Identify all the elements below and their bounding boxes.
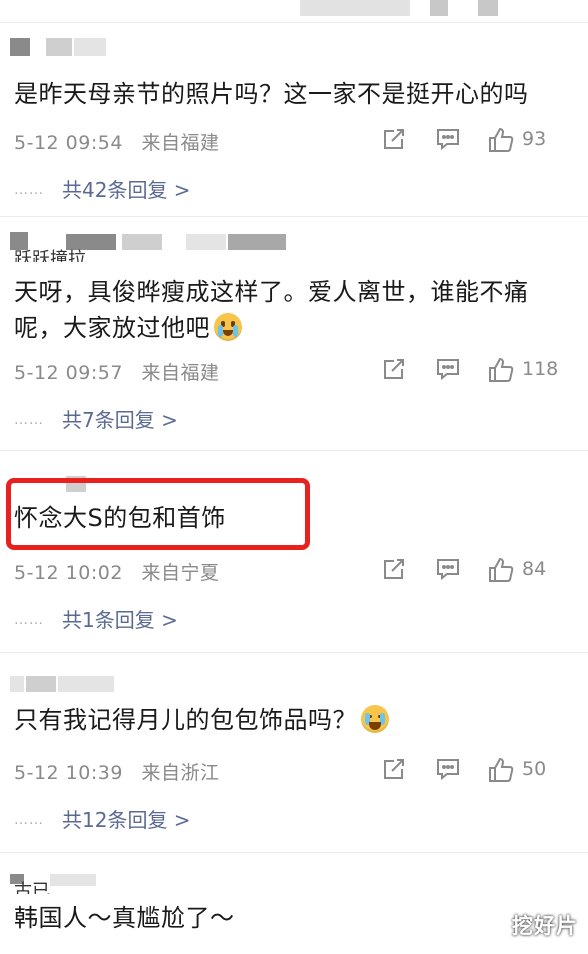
replies-count: 共1条回复 > [62,608,178,632]
comment-date: 5-12 10:02 [14,562,123,584]
comment-text: 只有我记得月儿的包包饰品吗？ [14,702,574,738]
divider [0,216,588,217]
comment-date: 5-12 09:57 [14,362,123,384]
crying-face-emoji [214,313,242,341]
comment-icon[interactable] [434,755,462,783]
replies-dots: …… [14,812,44,828]
username-blurred[interactable] [10,676,130,702]
divider [0,652,588,653]
replies-count: 共42条回复 > [62,178,191,202]
comment-text-content: 天呀，具俊晔瘦成这样了。爱人离世，谁能不痛呢，大家放过他吧 [14,278,529,342]
replies-dots: …… [14,612,44,628]
replies-count: 共7条回复 > [62,408,178,432]
username-partial: 古已 [14,881,50,894]
comment-location: 来自宁夏 [141,562,220,584]
like-count: 84 [522,558,547,580]
comment-text: 是昨天母亲节的照片吗？这一家不是挺开心的吗 [14,80,529,108]
share-icon[interactable] [380,355,408,383]
divider [0,852,588,853]
comment-icon[interactable] [434,355,462,383]
comment-meta: 5-12 09:54 来自福建 [14,128,219,155]
comment-date: 5-12 10:39 [14,762,123,784]
like-count: 93 [522,128,547,150]
share-icon[interactable] [380,555,408,583]
comment-icon[interactable] [434,555,462,583]
thumbs-up-icon[interactable] [486,755,516,785]
username-partial: 跃跃撞拉 [14,249,86,262]
comment-text: 韩国人～真尴尬了～ [14,904,235,932]
comment-location: 来自浙江 [141,762,220,784]
divider [0,450,588,451]
highlight-box [6,478,310,550]
like-count: 50 [522,758,547,780]
comment-text-content: 只有我记得月儿的包包饰品吗？ [14,706,357,734]
comment-icon[interactable] [434,125,462,153]
comment-text: 天呀，具俊晔瘦成这样了。爱人离世，谁能不痛呢，大家放过他吧 [14,274,574,346]
like-count: 118 [522,358,559,380]
comment-meta: 5-12 10:02 来自宁夏 [14,558,219,585]
share-icon[interactable] [380,125,408,153]
comment-date: 5-12 09:54 [14,132,123,154]
username-blurred[interactable] [10,38,210,64]
watermark: 挖好片 [512,914,578,938]
comment-location: 来自福建 [141,362,220,384]
thumbs-up-icon[interactable] [486,555,516,585]
share-icon[interactable] [380,755,408,783]
replies-link[interactable]: …… 共12条回复 > [14,804,191,833]
action-bar: 118 [358,355,588,385]
comment-meta: 5-12 09:57 来自福建 [14,358,219,385]
comment-location: 来自福建 [141,132,220,154]
laughing-tears-emoji [361,705,389,733]
thumbs-up-icon[interactable] [486,355,516,385]
replies-link[interactable]: …… 共1条回复 > [14,604,178,633]
replies-count: 共12条回复 > [62,808,191,832]
blurred-top-strip [0,0,588,22]
divider [0,22,588,23]
replies-link[interactable]: …… 共7条回复 > [14,404,178,433]
replies-dots: …… [14,182,44,198]
comment-meta: 5-12 10:39 来自浙江 [14,758,219,785]
replies-link[interactable]: …… 共42条回复 > [14,174,191,203]
action-bar: 50 [358,755,588,785]
action-bar: 84 [358,555,588,585]
thumbs-up-icon[interactable] [486,125,516,155]
action-bar: 93 [358,125,588,155]
replies-dots: …… [14,412,44,428]
